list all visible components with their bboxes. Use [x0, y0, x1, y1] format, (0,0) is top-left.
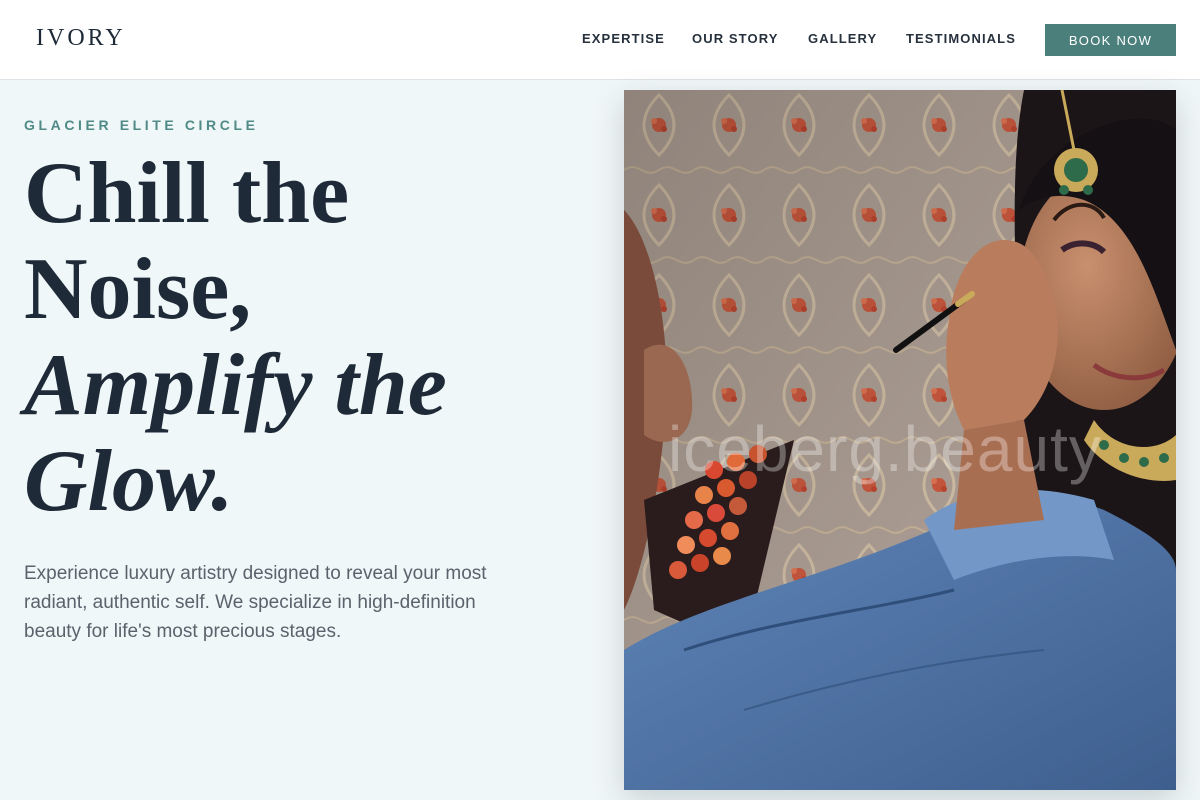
- headline-line-3: Amplify the: [24, 337, 447, 434]
- nav-link-our-story[interactable]: OUR STORY: [692, 31, 778, 46]
- hero-headline: Chill the Noise, Amplify the Glow.: [24, 146, 584, 530]
- site-header: IVORY EXPERTISE OUR STORY GALLERY TESTIM…: [0, 0, 1200, 80]
- nav-link-testimonials[interactable]: TESTIMONIALS: [906, 31, 1016, 46]
- hero-description: Experience luxury artistry designed to r…: [24, 563, 487, 642]
- nav-link-expertise[interactable]: EXPERTISE: [582, 31, 665, 46]
- hero-photo: iceberg.beauty: [624, 90, 1176, 790]
- headline-line-2: Noise,: [24, 241, 252, 338]
- hero-eyebrow: GLACIER ELITE CIRCLE: [24, 117, 259, 133]
- headline-line-4: Glow.: [24, 433, 234, 530]
- brand-logo[interactable]: IVORY: [36, 25, 126, 52]
- nav-link-gallery[interactable]: GALLERY: [808, 31, 877, 46]
- book-now-button[interactable]: BOOK NOW: [1045, 24, 1176, 56]
- photo-watermark: iceberg.beauty: [668, 413, 1102, 485]
- headline-line-1: Chill the: [24, 145, 350, 242]
